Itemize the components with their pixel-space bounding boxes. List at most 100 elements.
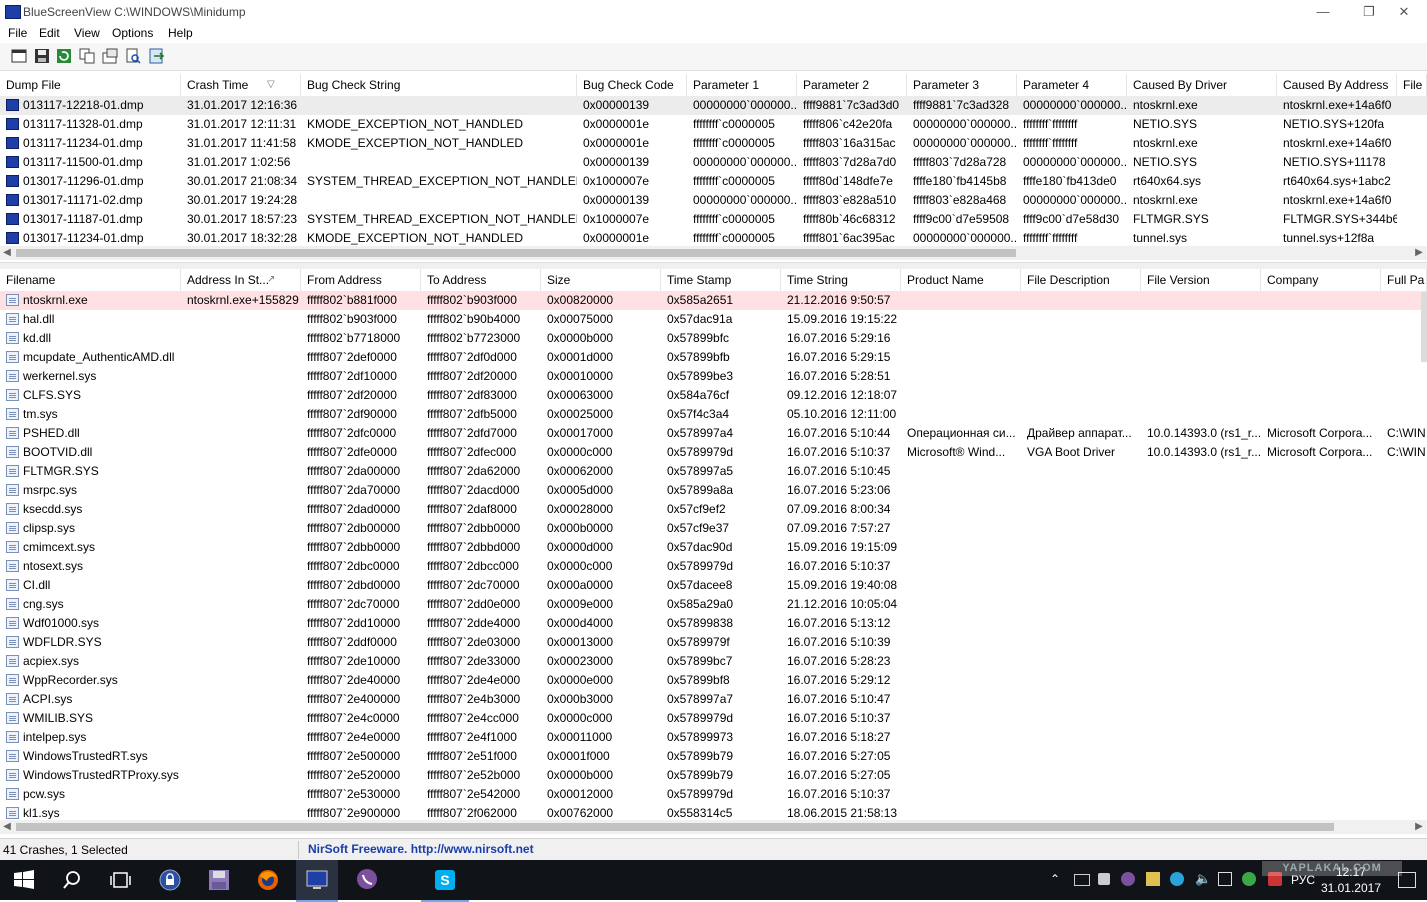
exit-icon[interactable] xyxy=(147,47,165,65)
driver-row[interactable]: acpiex.sys fffff807`2de10000 fffff807`2de3… xyxy=(0,652,1427,671)
scroll-left-arrow-icon[interactable]: ◀ xyxy=(0,246,14,260)
refresh-icon[interactable] xyxy=(55,47,73,65)
column-header-to-address[interactable]: To Address xyxy=(421,269,541,291)
viber-icon[interactable] xyxy=(355,868,379,892)
scrollbar-thumb[interactable] xyxy=(16,249,1016,257)
copy-icon[interactable] xyxy=(78,47,96,65)
column-header-file-version[interactable]: File Version xyxy=(1141,269,1261,291)
save-icon[interactable] xyxy=(33,47,51,65)
driver-row[interactable]: msrpc.sys fffff807`2da70000 fffff807`2dacd… xyxy=(0,481,1427,500)
scroll-left-arrow-icon[interactable]: ◀ xyxy=(0,820,14,834)
driver-row[interactable]: ntoskrnl.exe ntoskrnl.exe+155829 fffff802`… xyxy=(0,291,1427,310)
crash-row[interactable]: 013017-11171-02.dmp 30.01.2017 19:24:28 0x… xyxy=(0,191,1427,210)
driver-row[interactable]: kl1.sys fffff807`2e900000 fffff807`2f06200… xyxy=(0,804,1427,819)
options-icon[interactable] xyxy=(101,47,119,65)
close-button[interactable]: ✕ xyxy=(1381,0,1427,24)
driver-row[interactable]: ntosext.sys fffff807`2dbc0000 fffff807`2db… xyxy=(0,557,1427,576)
driver-row[interactable]: WppRecorder.sys fffff807`2de40000 fffff807… xyxy=(0,671,1427,690)
menu-file[interactable]: File xyxy=(8,26,27,40)
find-icon[interactable] xyxy=(124,47,142,65)
taskbar-active-app[interactable] xyxy=(296,860,338,902)
column-header-file[interactable]: File xyxy=(1397,74,1427,96)
crash-row[interactable]: 013117-12218-01.dmp 31.01.2017 12:16:36 0x… xyxy=(0,96,1427,115)
driver-row[interactable]: WMILIB.SYS fffff807`2e4c0000 fffff807`2e4c… xyxy=(0,709,1427,728)
column-header-dump-file[interactable]: Dump File xyxy=(0,74,181,96)
column-header-file-description[interactable]: File Description xyxy=(1021,269,1141,291)
column-header-time-string[interactable]: Time String xyxy=(781,269,901,291)
column-header-company[interactable]: Company xyxy=(1261,269,1381,291)
start-icon[interactable] xyxy=(12,868,36,892)
driver-row[interactable]: Wdf01000.sys fffff807`2dd10000 fffff807`2d… xyxy=(0,614,1427,633)
crash-row[interactable]: 013117-11500-01.dmp 31.01.2017 1:02:56 0x0… xyxy=(0,153,1427,172)
column-header-caused-by-address[interactable]: Caused By Address xyxy=(1277,74,1397,96)
column-header-parameter-4[interactable]: Parameter 4 xyxy=(1017,74,1127,96)
driver-row[interactable]: WindowsTrustedRTProxy.sys fffff807`2e5200… xyxy=(0,766,1427,785)
minimize-button[interactable]: — xyxy=(1300,0,1346,24)
driver-row[interactable]: tm.sys fffff807`2df90000 fffff807`2dfb5000… xyxy=(0,405,1427,424)
column-header-parameter-1[interactable]: Parameter 1 xyxy=(687,74,797,96)
column-header-from-address[interactable]: From Address xyxy=(301,269,421,291)
home-tray-icon[interactable] xyxy=(1146,872,1160,886)
driver-row[interactable]: BOOTVID.dll fffff807`2dfe0000 fffff807`2df… xyxy=(0,443,1427,462)
driver-row[interactable]: intelpep.sys fffff807`2e4e0000 fffff807`2e… xyxy=(0,728,1427,747)
column-header-filename[interactable]: Filename xyxy=(0,269,181,291)
driver-row[interactable]: WDFLDR.SYS fffff807`2ddf0000 fffff807`2de0… xyxy=(0,633,1427,652)
menu-edit[interactable]: Edit xyxy=(39,26,60,40)
telegram-tray-icon[interactable] xyxy=(1170,872,1184,886)
password-manager-icon[interactable] xyxy=(158,868,182,892)
viber-tray-icon[interactable] xyxy=(1121,872,1135,886)
task-view-icon[interactable] xyxy=(108,868,132,892)
driver-row[interactable]: cmimcext.sys fffff807`2dbb0000 fffff807`2d… xyxy=(0,538,1427,557)
column-header-caused-by-driver[interactable]: Caused By Driver xyxy=(1127,74,1277,96)
menu-view[interactable]: View xyxy=(74,26,100,40)
floppy-icon[interactable] xyxy=(207,868,231,892)
driver-row[interactable]: hal.dll fffff802`b903f000 fffff802`b90b400… xyxy=(0,310,1427,329)
driver-row[interactable]: cng.sys fffff807`2dc70000 fffff807`2dd0e00… xyxy=(0,595,1427,614)
column-header-address-in-st[interactable]: Address In St... xyxy=(181,269,301,291)
driver-row[interactable]: werkernel.sys fffff807`2df10000 fffff807`2… xyxy=(0,367,1427,386)
column-header-crash-time[interactable]: Crash Time xyxy=(181,74,301,96)
driver-row[interactable]: CLFS.SYS fffff807`2df20000 fffff807`2df830… xyxy=(0,386,1427,405)
driver-list-scrollbar[interactable]: ◀ ▶ xyxy=(0,820,1427,834)
driver-row[interactable]: mcupdate_AuthenticAMD.dll fffff807`2def00… xyxy=(0,348,1427,367)
driver-row[interactable]: FLTMGR.SYS fffff807`2da00000 fffff807`2da6… xyxy=(0,462,1427,481)
column-header-parameter-2[interactable]: Parameter 2 xyxy=(797,74,907,96)
crash-row[interactable]: 013117-11234-01.dmp 31.01.2017 11:41:58 KM… xyxy=(0,134,1427,153)
column-header-product-name[interactable]: Product Name xyxy=(901,269,1021,291)
column-header-size[interactable]: Size xyxy=(541,269,661,291)
column-header-parameter-3[interactable]: Parameter 3 xyxy=(907,74,1017,96)
driver-row[interactable]: ksecdd.sys fffff807`2dad0000 fffff807`2daf… xyxy=(0,500,1427,519)
taskbar-skype-app[interactable]: S xyxy=(421,860,469,902)
column-header-time-stamp[interactable]: Time Stamp xyxy=(661,269,781,291)
crash-row[interactable]: 013017-11187-01.dmp 30.01.2017 18:57:23 SY… xyxy=(0,210,1427,229)
nirsoft-link[interactable]: NirSoft Freeware. http://www.nirsoft.net xyxy=(308,842,534,856)
driver-row[interactable]: PSHED.dll fffff807`2dfc0000 fffff807`2dfd7… xyxy=(0,424,1427,443)
crash-list-scrollbar[interactable]: ◀ ▶ xyxy=(0,246,1427,260)
menu-help[interactable]: Help xyxy=(168,26,193,40)
driver-row[interactable]: WindowsTrustedRT.sys fffff807`2e500000 fff… xyxy=(0,747,1427,766)
firefox-icon[interactable] xyxy=(256,868,280,892)
column-header-full-pa[interactable]: Full Pa xyxy=(1381,269,1427,291)
column-header-bug-check-string[interactable]: Bug Check String xyxy=(301,74,577,96)
tray-app-icon[interactable] xyxy=(1074,874,1090,886)
dropbox-icon[interactable] xyxy=(1098,873,1110,885)
driver-row[interactable]: clipsp.sys fffff807`2db00000 fffff807`2dbb… xyxy=(0,519,1427,538)
show-hidden-icons-icon[interactable]: ⌃ xyxy=(1050,872,1060,886)
menu-options[interactable]: Options xyxy=(112,26,153,40)
driver-list-vscroll[interactable] xyxy=(1421,292,1427,362)
green-tray-icon[interactable] xyxy=(1242,872,1256,886)
crash-row[interactable]: 013017-11296-01.dmp 30.01.2017 21:08:34 SY… xyxy=(0,172,1427,191)
crash-row[interactable]: 013117-11328-01.dmp 31.01.2017 12:11:31 KM… xyxy=(0,115,1427,134)
volume-icon[interactable]: 🔈 xyxy=(1195,871,1211,887)
scroll-right-arrow-icon[interactable]: ▶ xyxy=(1412,246,1426,260)
scrollbar-thumb[interactable] xyxy=(16,823,1334,831)
properties-icon[interactable] xyxy=(10,47,28,65)
driver-row[interactable]: kd.dll fffff802`b7718000 fffff802`b7723000… xyxy=(0,329,1427,348)
network-icon[interactable] xyxy=(1218,872,1232,886)
scroll-right-arrow-icon[interactable]: ▶ xyxy=(1412,820,1426,834)
driver-row[interactable]: CI.dll fffff807`2dbd0000 fffff807`2dc70000… xyxy=(0,576,1427,595)
search-icon[interactable] xyxy=(60,868,84,892)
driver-row[interactable]: ACPI.sys fffff807`2e400000 fffff807`2e4b30… xyxy=(0,690,1427,709)
driver-row[interactable]: pcw.sys fffff807`2e530000 fffff807`2e54200… xyxy=(0,785,1427,804)
column-header-bug-check-code[interactable]: Bug Check Code xyxy=(577,74,687,96)
